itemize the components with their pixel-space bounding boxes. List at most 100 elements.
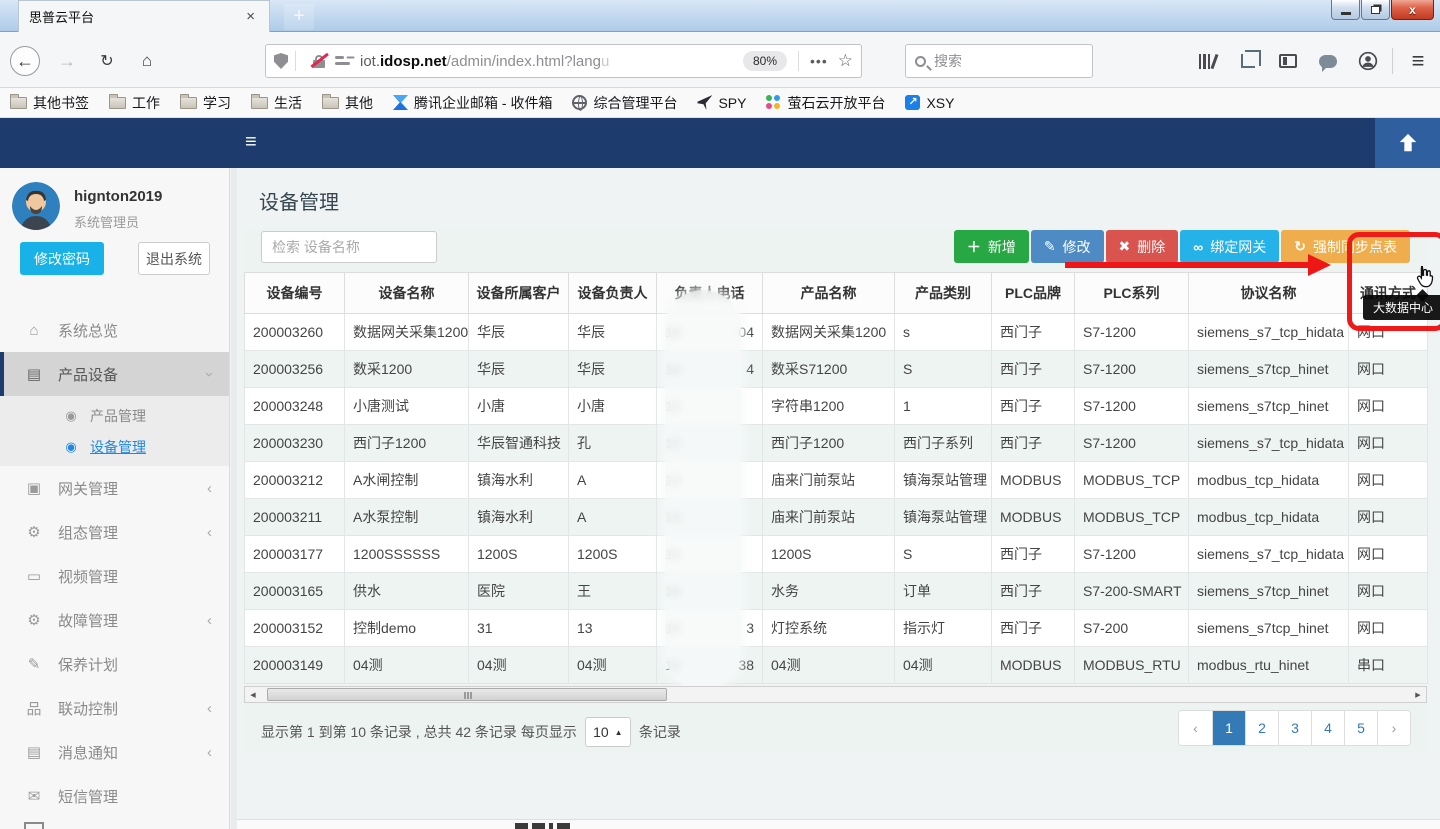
bookmark-item[interactable]: 腾讯企业邮箱 - 收件箱 bbox=[393, 93, 552, 113]
sidebar-item-网关管理[interactable]: ▣网关管理‹ bbox=[0, 466, 230, 510]
table-cell: 200003256 bbox=[245, 351, 345, 388]
table-cell: 西门子1200 bbox=[345, 425, 469, 462]
horizontal-scrollbar[interactable]: ◀ ▶ bbox=[244, 686, 1427, 703]
app-menu-icon[interactable]: ≡ bbox=[1406, 50, 1430, 72]
bookmark-folder[interactable]: 其他 bbox=[322, 93, 373, 113]
table-row[interactable]: 200003165供水医院王18水务订单西门子S7-200-SMARTsieme… bbox=[245, 573, 1428, 610]
insecure-lock-icon[interactable] bbox=[311, 53, 327, 69]
table-row[interactable]: 200003211A水泵控制镇海水利A13庙来门前泵站镇海泵站管理MODBUSM… bbox=[245, 499, 1428, 536]
window-titlebar: 思普云平台 × + x bbox=[0, 0, 1440, 32]
table-row[interactable]: 200003256数采1200华辰华辰184数采S71200S西门子S7-120… bbox=[245, 351, 1428, 388]
action-button-新增[interactable]: ＋新增 bbox=[954, 230, 1029, 263]
page-actions-icon[interactable]: ••• bbox=[810, 53, 828, 69]
table-row[interactable]: 200003248小唐测试小唐小唐13字符串12001西门子S7-1200sie… bbox=[245, 388, 1428, 425]
bookmark-item[interactable]: ↗XSY bbox=[905, 95, 954, 111]
zoom-level-badge[interactable]: 80% bbox=[743, 51, 787, 71]
table-cell: 200003248 bbox=[245, 388, 345, 425]
sidebar-item-产品设备[interactable]: ▤产品设备› bbox=[0, 352, 230, 396]
library-icon[interactable] bbox=[1195, 50, 1219, 72]
table-cell: siemens_s7tcp_hinet bbox=[1189, 573, 1349, 610]
sidebar-item-消息通知[interactable]: ▤消息通知‹ bbox=[0, 730, 230, 774]
table-cell: S7-200 bbox=[1075, 610, 1189, 647]
big-data-center-button[interactable] bbox=[1375, 118, 1440, 168]
avatar[interactable] bbox=[12, 182, 60, 230]
page-button-1[interactable]: 1 bbox=[1212, 711, 1245, 745]
logout-button[interactable]: 退出系统 bbox=[138, 242, 210, 275]
bookmark-folder[interactable]: 其他书签 bbox=[10, 93, 89, 113]
chat-bubble-icon[interactable] bbox=[1316, 50, 1340, 72]
next-page-button[interactable]: › bbox=[1377, 711, 1410, 745]
close-button[interactable]: x bbox=[1391, 0, 1434, 20]
table-cell: 华辰 bbox=[569, 351, 657, 388]
screenshot-crop-icon[interactable] bbox=[1236, 50, 1260, 72]
url-bar[interactable]: iot.idosp.net/admin/index.html?langu 80%… bbox=[265, 44, 862, 78]
table-cell: S7-1200 bbox=[1075, 388, 1189, 425]
table-row[interactable]: 200003212A水闸控制镇海水利A13庙来门前泵站镇海泵站管理MODBUSM… bbox=[245, 462, 1428, 499]
scrollbar-thumb[interactable] bbox=[267, 688, 667, 701]
page-button-3[interactable]: 3 bbox=[1278, 711, 1311, 745]
minimize-button[interactable] bbox=[1331, 0, 1360, 20]
table-cell: 华辰 bbox=[569, 314, 657, 351]
sidebar-item-联动控制[interactable]: 品联动控制‹ bbox=[0, 686, 230, 730]
table-row[interactable]: 200003230西门子1200华辰智通科技孔15西门子1200西门子系列西门子… bbox=[245, 425, 1428, 462]
sidebar-item-短信管理[interactable]: ✉短信管理 bbox=[0, 774, 230, 818]
browser-tab[interactable]: 思普云平台 × bbox=[18, 0, 270, 32]
bookmark-folder[interactable]: 学习 bbox=[180, 93, 231, 113]
page-button-2[interactable]: 2 bbox=[1245, 711, 1278, 745]
sidebar-subitem-产品管理[interactable]: ◉产品管理 bbox=[0, 400, 230, 431]
bookmark-folder[interactable]: 生活 bbox=[251, 93, 302, 113]
product-icon: ▤ bbox=[24, 365, 44, 383]
column-header: 产品名称 bbox=[763, 273, 895, 314]
table-row[interactable]: 200003152控制demo3113153灯控系统指示灯西门子S7-200si… bbox=[245, 610, 1428, 647]
sidebar-collapse-icon[interactable]: ≡ bbox=[245, 131, 257, 154]
sidebar-item-保养计划[interactable]: ✎保养计划 bbox=[0, 642, 230, 686]
table-cell: 数采1200 bbox=[345, 351, 469, 388]
table-cell: 西门子 bbox=[992, 536, 1075, 573]
table-cell: 网口 bbox=[1349, 536, 1428, 573]
bookmark-item[interactable]: SPY bbox=[697, 95, 746, 111]
bookmark-item[interactable]: 综合管理平台 bbox=[572, 93, 677, 113]
action-button-删除[interactable]: ✖删除 bbox=[1106, 230, 1179, 263]
scroll-right-arrow[interactable]: ▶ bbox=[1410, 687, 1426, 702]
page-size-select[interactable]: 10▲ bbox=[585, 717, 631, 747]
table-row[interactable]: 20000314904测04测04测153804测04测MODBUSMODBUS… bbox=[245, 647, 1428, 684]
sidebar-toggle-icon[interactable] bbox=[1276, 50, 1300, 72]
table-row[interactable]: 2000031771200SSSSSS1200S1200S151200SS西门子… bbox=[245, 536, 1428, 573]
action-button-强制同步点表[interactable]: ↻强制同步点表 bbox=[1281, 230, 1410, 263]
search-bar[interactable]: 搜索 bbox=[905, 44, 1093, 78]
scroll-left-arrow[interactable]: ◀ bbox=[245, 687, 261, 702]
action-button-绑定网关[interactable]: ∞绑定网关 bbox=[1180, 230, 1279, 263]
tab-close-icon[interactable]: × bbox=[242, 7, 259, 26]
permissions-icon[interactable] bbox=[335, 55, 350, 67]
table-cell: 数据网关采集1200 bbox=[345, 314, 469, 351]
tracking-shield-icon[interactable] bbox=[274, 53, 288, 69]
table-cell: 订单 bbox=[895, 573, 992, 610]
sidebar-item-组态管理[interactable]: ⚙组态管理‹ bbox=[0, 510, 230, 554]
table-cell: 水务 bbox=[763, 573, 895, 610]
sidebar-subitem-设备管理[interactable]: ◉设备管理 bbox=[0, 431, 230, 462]
prev-page-button[interactable]: ‹ bbox=[1179, 711, 1212, 745]
sidebar-item-故障管理[interactable]: ⚙故障管理‹ bbox=[0, 598, 230, 642]
bookmark-item[interactable]: 萤石云开放平台 bbox=[766, 93, 885, 113]
action-button-修改[interactable]: ✎修改 bbox=[1031, 230, 1104, 263]
page-button-4[interactable]: 4 bbox=[1311, 711, 1344, 745]
sidebar-item-视频管理[interactable]: ▭视频管理 bbox=[0, 554, 230, 598]
bookmark-folder[interactable]: 工作 bbox=[109, 93, 160, 113]
new-tab-button[interactable]: + bbox=[284, 4, 314, 30]
restore-button[interactable] bbox=[1361, 0, 1390, 20]
reload-button[interactable]: ↻ bbox=[92, 46, 122, 76]
config-gears-icon: ⚙ bbox=[24, 523, 44, 541]
home-button[interactable]: ⌂ bbox=[132, 46, 162, 76]
change-password-button[interactable]: 修改密码 bbox=[20, 242, 104, 275]
page-button-5[interactable]: 5 bbox=[1344, 711, 1377, 745]
back-button[interactable]: ← bbox=[10, 46, 40, 76]
table-cell: 13 bbox=[569, 610, 657, 647]
sidebar-item-系统总览[interactable]: ⌂系统总览 bbox=[0, 308, 230, 352]
bookmark-star-icon[interactable]: ☆ bbox=[838, 51, 853, 71]
account-icon[interactable] bbox=[1356, 50, 1380, 72]
page-title: 设备管理 bbox=[259, 186, 339, 215]
table-row[interactable]: 200003260数据网关采集1200华辰华辰1804数据网关采集1200s西门… bbox=[245, 314, 1428, 351]
forward-button[interactable]: → bbox=[52, 46, 82, 76]
submenu: ◉产品管理◉设备管理 bbox=[0, 396, 230, 466]
device-search-input[interactable] bbox=[261, 231, 437, 263]
